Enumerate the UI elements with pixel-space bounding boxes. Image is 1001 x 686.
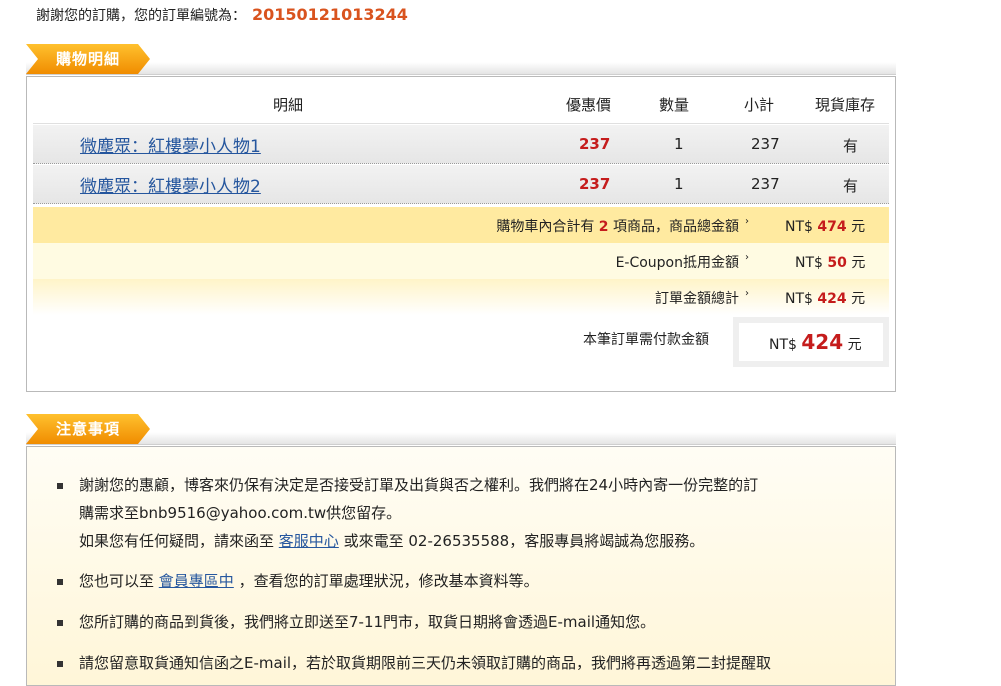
bullet — [57, 620, 63, 626]
cart-section-header: 購物明細 — [26, 44, 896, 76]
notes-section-title: 注意事項 — [26, 414, 150, 444]
arrow-icon: › — [745, 216, 749, 227]
coupon-amount: NT$ 50 元 — [795, 255, 866, 271]
item-qty: 1 — [674, 135, 684, 153]
bullet — [57, 661, 63, 667]
note-item: 您所訂購的商品到貨後，我們將立即送至7-11門市，取貨日期將會透過E-mail通… — [57, 608, 861, 636]
item-count: 2 — [598, 219, 609, 235]
cart-total-label: 購物車內合計有 2 項商品，商品總金額 — [496, 219, 739, 235]
header-detail: 明細 — [273, 96, 304, 114]
item-name-link[interactable]: 微塵眾：紅樓夢小人物1 — [80, 132, 261, 157]
order-confirmation-text: 謝謝您的訂購，您的訂單編號為： 20150121013244 — [36, 5, 408, 25]
cart-item-row: 微塵眾：紅樓夢小人物2 237 1 237 有 — [33, 165, 889, 204]
header-subtotal: 小計 — [744, 96, 775, 114]
customer-service-link[interactable]: 客服中心 — [279, 532, 339, 550]
payment-unit: 元 — [847, 337, 862, 353]
cart-item-row: 微塵眾：紅樓夢小人物1 237 1 237 有 — [33, 125, 889, 164]
order-total-label: 訂單金額總計 — [655, 291, 739, 307]
bullet — [57, 483, 63, 489]
header-price: 優惠價 — [566, 96, 612, 114]
notes-panel: 謝謝您的惠顧，博客來仍保有決定是否接受訂單及出貨與否之權利。我們將在24小時內寄… — [26, 446, 896, 686]
note-text: 請您留意取貨通知信函之E-mail，若於取貨期限前三天仍未領取訂購的商品，我們將… — [79, 654, 772, 672]
payment-row: 本筆訂單需付款金額 NT$ 424 元 — [33, 317, 889, 373]
payment-currency: NT$ — [769, 337, 797, 353]
bullet — [57, 579, 63, 585]
payment-amount: 424 — [801, 330, 844, 354]
note-item: 您也可以至 會員專區中 ，查看您的訂單處理狀況，修改基本資料等。 — [57, 567, 861, 595]
item-price: 237 — [579, 175, 611, 193]
item-stock: 有 — [843, 137, 859, 155]
note-item: 請您留意取貨通知信函之E-mail，若於取貨期限前三天仍未領取訂購的商品，我們將… — [57, 649, 861, 677]
order-total-amount: NT$ 424 元 — [785, 291, 866, 307]
section-header-bar — [26, 62, 896, 75]
member-area-link[interactable]: 會員專區中 — [159, 572, 234, 590]
coupon-label: E-Coupon抵用金額 — [615, 255, 739, 271]
note-item: 謝謝您的惠顧，博客來仍保有決定是否接受訂單及出貨與否之權利。我們將在24小時內寄… — [57, 471, 861, 555]
item-stock: 有 — [843, 177, 859, 195]
cart-section-title: 購物明細 — [26, 44, 150, 74]
payment-label: 本筆訂單需付款金額 — [583, 332, 709, 348]
note-text: 您也可以至 會員專區中 ，查看您的訂單處理狀況，修改基本資料等。 — [79, 572, 539, 590]
note-text: 如果您有任何疑問，請來函至 客服中心 或來電至 02-26535588，客服專員… — [79, 532, 705, 550]
order-total-row: 訂單金額總計 › NT$ 424 元 — [33, 279, 889, 315]
order-number: 20150121013244 — [252, 5, 408, 24]
header-qty: 數量 — [659, 96, 690, 114]
item-name-link[interactable]: 微塵眾：紅樓夢小人物2 — [80, 172, 261, 197]
item-subtotal: 237 — [751, 135, 780, 153]
arrow-icon: › — [745, 288, 749, 299]
thanks-text: 謝謝您的訂購，您的訂單編號為： — [36, 8, 246, 24]
note-text: 您所訂購的商品到貨後，我們將立即送至7-11門市，取貨日期將會透過E-mail通… — [79, 613, 656, 631]
note-text: 謝謝您的惠顧，博客來仍保有決定是否接受訂單及出貨與否之權利。我們將在24小時內寄… — [79, 476, 759, 494]
item-qty: 1 — [674, 175, 684, 193]
cart-detail-panel: 明細 優惠價 數量 小計 現貨庫存 微塵眾：紅樓夢小人物1 237 1 237 … — [26, 76, 896, 392]
arrow-icon: › — [745, 252, 749, 263]
item-subtotal: 237 — [751, 175, 780, 193]
section-header-bar — [26, 432, 896, 445]
coupon-row: E-Coupon抵用金額 › NT$ 50 元 — [33, 243, 889, 280]
header-stock: 現貨庫存 — [815, 96, 876, 114]
payment-amount-box: NT$ 424 元 — [733, 317, 889, 367]
cart-total-amount: NT$ 474 元 — [785, 219, 866, 235]
notes-section-header: 注意事項 — [26, 414, 896, 446]
cart-total-row: 購物車內合計有 2 項商品，商品總金額 › NT$ 474 元 — [33, 207, 889, 244]
note-text: 購需求至bnb9516@yahoo.com.tw供您留存。 — [79, 504, 402, 522]
item-price: 237 — [579, 135, 611, 153]
cart-table-header: 明細 優惠價 數量 小計 現貨庫存 — [33, 83, 889, 124]
